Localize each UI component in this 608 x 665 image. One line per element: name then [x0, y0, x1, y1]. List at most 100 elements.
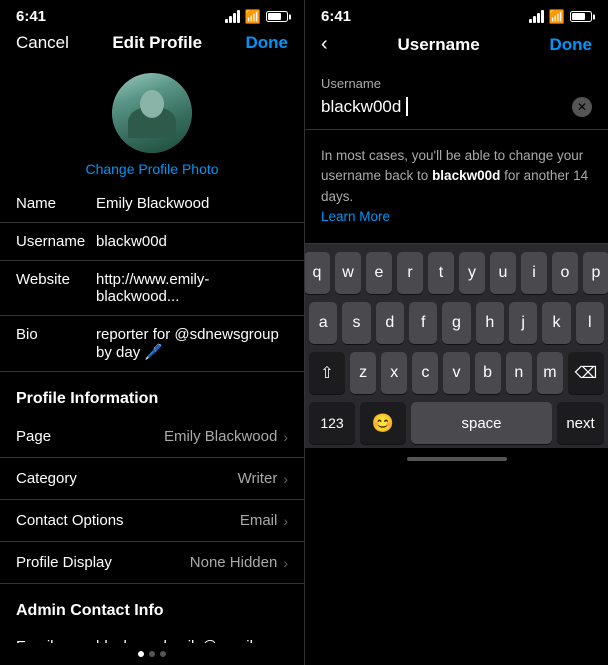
keyboard-row-1: q w e r t y u i o p	[309, 252, 604, 294]
home-bar	[305, 448, 608, 470]
list-item-category[interactable]: Category Writer ›	[0, 458, 304, 500]
back-button[interactable]: ‹	[321, 33, 328, 56]
key-n[interactable]: n	[506, 352, 532, 394]
right-done-button[interactable]: Done	[549, 35, 592, 55]
username-label: Username	[16, 233, 96, 250]
key-r[interactable]: r	[397, 252, 423, 294]
page-dot-2	[149, 651, 155, 657]
username-field-label: Username	[321, 76, 592, 91]
key-q[interactable]: q	[304, 252, 330, 294]
keyboard: q w e r t y u i o p a s d f g h j k l ⇧ …	[305, 244, 608, 448]
space-key[interactable]: space	[411, 402, 552, 444]
bio-value: reporter for @sdnewsgroup by day 🖊️	[96, 326, 288, 361]
key-x[interactable]: x	[381, 352, 407, 394]
key-b[interactable]: b	[475, 352, 501, 394]
wifi-icon: 📶	[245, 9, 261, 25]
profile-display-value: None Hidden	[190, 554, 278, 571]
left-done-button[interactable]: Done	[246, 33, 289, 53]
keyboard-row-3: ⇧ z x c v b n m ⌫	[309, 352, 604, 394]
field-username[interactable]: Username blackw00d	[0, 223, 304, 261]
keyboard-row-2: a s d f g h j k l	[309, 302, 604, 344]
key-w[interactable]: w	[335, 252, 361, 294]
key-a[interactable]: a	[309, 302, 337, 344]
right-signal-icon	[529, 10, 544, 23]
key-e[interactable]: e	[366, 252, 392, 294]
right-nav-title: Username	[397, 35, 479, 55]
category-right: Writer ›	[238, 470, 288, 487]
profile-photo-section: Change Profile Photo	[0, 61, 304, 185]
admin-section-header: Admin Contact Info	[0, 584, 304, 628]
key-i[interactable]: i	[521, 252, 547, 294]
chevron-right-icon-3: ›	[283, 513, 288, 529]
username-field-container[interactable]: Username blackw00d ✕	[305, 64, 608, 130]
key-s[interactable]: s	[342, 302, 370, 344]
list-item-contact-options[interactable]: Contact Options Email ›	[0, 500, 304, 542]
website-value: http://www.emily-blackwood...	[96, 271, 288, 305]
page-indicator	[0, 643, 304, 665]
key-l[interactable]: l	[576, 302, 604, 344]
key-m[interactable]: m	[537, 352, 563, 394]
left-status-icons: 📶	[225, 9, 288, 25]
key-y[interactable]: y	[459, 252, 485, 294]
profile-display-right: None Hidden ›	[190, 554, 288, 571]
key-f[interactable]: f	[409, 302, 437, 344]
page-right: Emily Blackwood ›	[164, 428, 288, 445]
page-dot-1	[138, 651, 144, 657]
key-d[interactable]: d	[376, 302, 404, 344]
avatar[interactable]	[112, 73, 192, 153]
clear-button[interactable]: ✕	[572, 97, 592, 117]
change-photo-button[interactable]: Change Profile Photo	[85, 161, 218, 177]
contact-options-value: Email	[240, 512, 278, 529]
shift-key[interactable]: ⇧	[309, 352, 345, 394]
profile-fields: Name Emily Blackwood Username blackw00d …	[0, 185, 304, 643]
key-t[interactable]: t	[428, 252, 454, 294]
signal-icon	[225, 10, 240, 23]
key-o[interactable]: o	[552, 252, 578, 294]
right-wifi-icon: 📶	[549, 9, 565, 25]
field-bio[interactable]: Bio reporter for @sdnewsgroup by day 🖊️	[0, 316, 304, 372]
category-value: Writer	[238, 470, 278, 487]
key-k[interactable]: k	[542, 302, 570, 344]
username-input-row: blackw00d ✕	[321, 97, 592, 117]
username-input[interactable]: blackw00d	[321, 97, 572, 117]
field-website[interactable]: Website http://www.emily-blackwood...	[0, 261, 304, 316]
next-key[interactable]: next	[557, 402, 604, 444]
contact-options-label: Contact Options	[16, 512, 124, 529]
chevron-right-icon: ›	[283, 429, 288, 445]
key-p[interactable]: p	[583, 252, 608, 294]
list-item-profile-display[interactable]: Profile Display None Hidden ›	[0, 542, 304, 584]
list-item-page[interactable]: Page Emily Blackwood ›	[0, 416, 304, 458]
page-label: Page	[16, 428, 51, 445]
field-admin-email[interactable]: Email blackwoodemily@gmail.com	[0, 628, 304, 643]
bio-label: Bio	[16, 326, 96, 343]
key-u[interactable]: u	[490, 252, 516, 294]
chevron-right-icon-4: ›	[283, 555, 288, 571]
cancel-button[interactable]: Cancel	[16, 33, 69, 53]
learn-more-link[interactable]: Learn More	[321, 209, 390, 224]
emoji-key[interactable]: 😊	[360, 402, 406, 444]
page-value: Emily Blackwood	[164, 428, 277, 445]
key-h[interactable]: h	[476, 302, 504, 344]
left-nav-title: Edit Profile	[112, 33, 202, 53]
key-c[interactable]: c	[412, 352, 438, 394]
profile-info-section-header: Profile Information	[0, 372, 304, 416]
right-status-bar: 6:41 📶	[305, 0, 608, 29]
key-j[interactable]: j	[509, 302, 537, 344]
right-nav-bar: ‹ Username Done	[305, 29, 608, 64]
username-value: blackw00d	[96, 233, 288, 250]
field-name[interactable]: Name Emily Blackwood	[0, 185, 304, 223]
home-bar-line	[407, 457, 507, 461]
hint-text-bold: blackw00d	[432, 168, 500, 183]
category-label: Category	[16, 470, 77, 487]
left-nav-bar: Cancel Edit Profile Done	[0, 29, 304, 61]
num-key[interactable]: 123	[309, 402, 355, 444]
key-g[interactable]: g	[442, 302, 470, 344]
right-battery-icon	[570, 11, 592, 22]
key-z[interactable]: z	[350, 352, 376, 394]
profile-display-label: Profile Display	[16, 554, 112, 571]
username-hint: In most cases, you'll be able to change …	[305, 130, 608, 244]
key-v[interactable]: v	[443, 352, 469, 394]
right-time: 6:41	[321, 8, 351, 25]
backspace-key[interactable]: ⌫	[568, 352, 604, 394]
name-label: Name	[16, 195, 96, 212]
